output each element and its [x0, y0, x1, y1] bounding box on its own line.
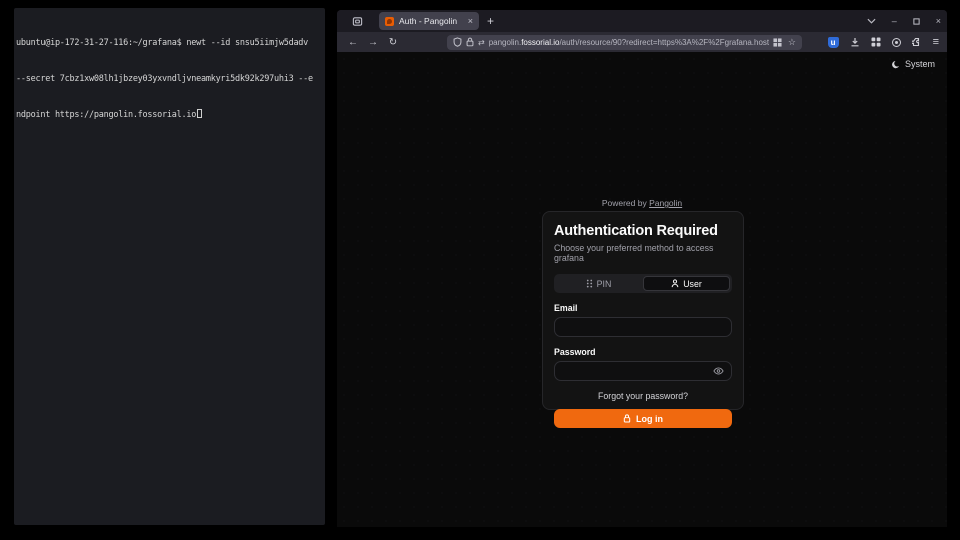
powered-by: Powered by Pangolin — [337, 198, 947, 208]
email-field-wrap — [554, 317, 732, 337]
shield-icon[interactable] — [453, 37, 462, 47]
tab-pin[interactable]: PIN — [556, 276, 641, 291]
password-input[interactable] — [562, 366, 713, 376]
tab-user[interactable]: User — [643, 276, 730, 291]
record-circle-icon[interactable] — [892, 38, 901, 47]
extension-puzzle-icon[interactable] — [912, 37, 922, 47]
bookmark-star-icon[interactable]: ☆ — [788, 37, 796, 48]
terminal-output: ubuntu@ip-172-31-27-116:~/grafana$ newt … — [14, 8, 325, 145]
browser-toolbar: ← → ↻ ⇄ pangolin.fossorial.io/auth/resou… — [337, 32, 947, 52]
terminal-window[interactable]: ubuntu@ip-172-31-27-116:~/grafana$ newt … — [14, 8, 325, 525]
reader-grid-icon[interactable] — [773, 38, 782, 47]
desktop: ubuntu@ip-172-31-27-116:~/grafana$ newt … — [0, 0, 960, 540]
tab-close-icon[interactable]: × — [468, 17, 473, 26]
extensions-grid-icon[interactable] — [871, 37, 881, 47]
user-icon — [671, 279, 679, 288]
tab-list-chevron-icon[interactable] — [867, 18, 876, 24]
download-icon[interactable] — [850, 37, 860, 47]
address-bar[interactable]: ⇄ pangolin.fossorial.io/auth/resource/90… — [447, 35, 802, 50]
maximize-button[interactable] — [913, 18, 920, 25]
password-field-wrap — [554, 361, 732, 381]
browser-tab-bar: Auth - Pangolin × + – × — [337, 10, 947, 32]
browser-tab[interactable]: Auth - Pangolin × — [379, 12, 479, 30]
minimize-button[interactable]: – — [892, 17, 897, 26]
menu-icon[interactable]: ≡ — [933, 36, 939, 48]
ublock-extension-icon[interactable]: u — [828, 37, 839, 48]
theme-selector[interactable]: System — [892, 59, 935, 69]
auth-page: System Powered by Pangolin Authenticatio… — [337, 52, 947, 527]
new-tab-button[interactable]: + — [487, 14, 494, 28]
auth-card: Authentication Required Choose your pref… — [542, 211, 744, 410]
firefox-view-icon[interactable] — [345, 12, 369, 30]
email-label: Email — [554, 303, 732, 313]
tab-title: Auth - Pangolin — [399, 16, 463, 26]
card-subtitle: Choose your preferred method to access g… — [554, 243, 732, 263]
card-title: Authentication Required — [554, 223, 732, 239]
show-password-eye-icon[interactable] — [713, 367, 724, 375]
email-input[interactable] — [562, 322, 724, 332]
moon-icon — [892, 60, 901, 69]
browser-window: Auth - Pangolin × + – × ← → ↻ — [337, 10, 947, 527]
terminal-line: ndpoint https://pangolin.fossorial.io — [16, 109, 323, 121]
login-lock-icon — [623, 414, 631, 423]
back-icon[interactable]: ← — [345, 37, 361, 48]
forward-icon[interactable]: → — [365, 37, 381, 48]
auth-method-tabs: PIN User — [554, 274, 732, 293]
keypad-icon — [586, 279, 593, 288]
forgot-password-link[interactable]: Forgot your password? — [554, 391, 732, 401]
terminal-cursor — [197, 109, 202, 118]
reload-icon[interactable]: ↻ — [385, 37, 401, 48]
theme-label: System — [905, 59, 935, 69]
pangolin-link[interactable]: Pangolin — [649, 198, 682, 208]
pangolin-favicon — [385, 17, 394, 26]
terminal-line: --secret 7cbz1xw08lh1jbzey03yxvndljvneam… — [16, 73, 323, 85]
permissions-icon[interactable]: ⇄ — [478, 38, 485, 47]
login-button[interactable]: Log in — [554, 409, 732, 428]
terminal-line: ubuntu@ip-172-31-27-116:~/grafana$ newt … — [16, 37, 323, 49]
password-label: Password — [554, 347, 732, 357]
lock-icon[interactable] — [466, 37, 474, 47]
url-text[interactable]: pangolin.fossorial.io/auth/resource/90?r… — [489, 38, 769, 47]
close-button[interactable]: × — [936, 17, 941, 26]
